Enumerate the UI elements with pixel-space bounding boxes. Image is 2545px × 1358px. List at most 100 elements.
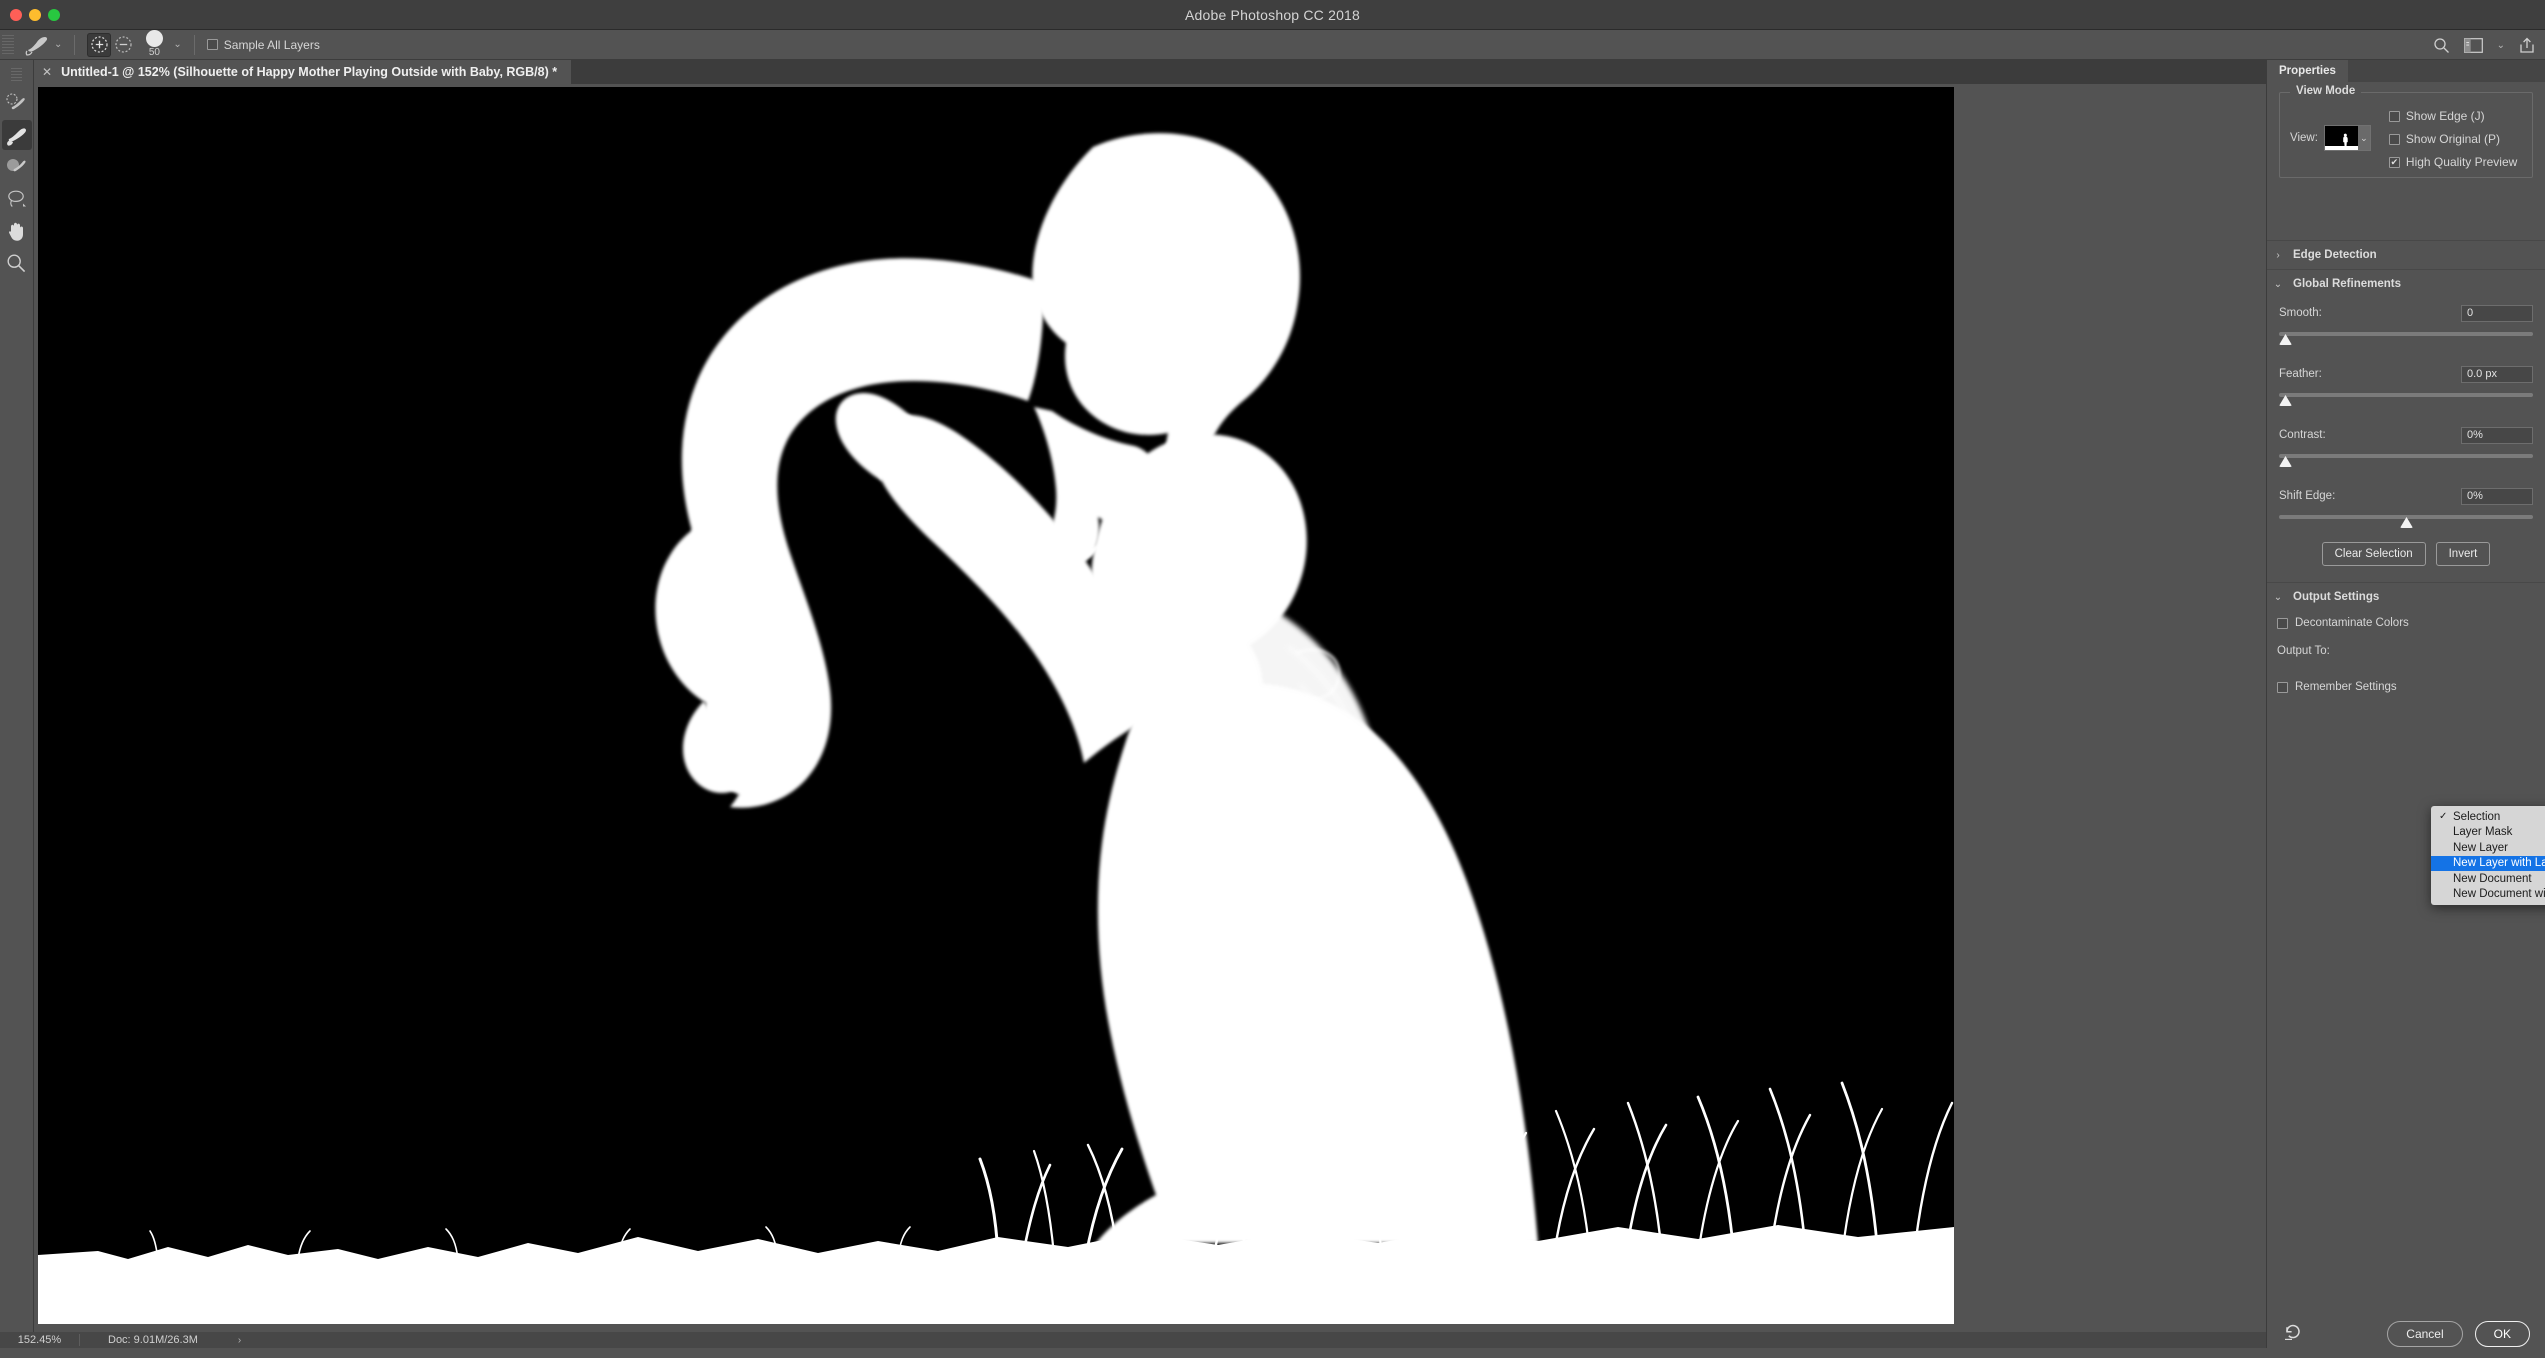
- feather-slider-track[interactable]: [2279, 390, 2533, 406]
- hand-tool-icon: [6, 221, 27, 242]
- global-refinements-section: ⌄ Global Refinements Smooth: 0 Feather: …: [2267, 270, 2545, 582]
- options-bar-grip[interactable]: [2, 35, 14, 55]
- menu-item-label: New Document with Layer Mask: [2453, 888, 2545, 900]
- brush-tip-icon: [146, 30, 163, 47]
- tool-preset-chevron-down-icon[interactable]: ⌄: [54, 39, 62, 50]
- chevron-down-icon[interactable]: ⌄: [2273, 279, 2283, 290]
- feather-slider-row: Feather: 0.0 px: [2267, 359, 2545, 406]
- menu-item-selection[interactable]: ✓ Selection: [2431, 809, 2545, 825]
- brush-options-chevron-down-icon[interactable]: ⌄: [173, 39, 181, 50]
- remember-settings-checkbox[interactable]: [2277, 682, 2288, 693]
- search-icon[interactable]: [2433, 37, 2450, 54]
- view-mode-options: Show Edge (J) Show Original (P) High Qua…: [2389, 107, 2517, 169]
- clear-selection-button[interactable]: Clear Selection: [2322, 542, 2426, 566]
- chevron-down-icon[interactable]: ⌄: [2273, 592, 2283, 603]
- sidebar-item-zoom-tool[interactable]: [2, 248, 32, 278]
- status-chevron-right-icon[interactable]: ›: [238, 1335, 241, 1346]
- decontaminate-colors-row[interactable]: Decontaminate Colors: [2267, 611, 2545, 635]
- view-selector[interactable]: View: ⌄: [2290, 107, 2371, 169]
- contrast-slider-track[interactable]: [2279, 451, 2533, 467]
- show-edge-checkbox[interactable]: [2389, 111, 2400, 122]
- canvas-area: [34, 84, 2266, 1324]
- global-refinements-header[interactable]: ⌄ Global Refinements: [2267, 270, 2545, 298]
- smooth-label: Smooth:: [2279, 307, 2322, 319]
- shift-edge-value-field[interactable]: 0%: [2461, 488, 2533, 505]
- options-bar: ⌄ 50 ⌄ Sample All Layers: [0, 30, 2545, 60]
- menu-item-new-layer[interactable]: New Layer: [2431, 840, 2545, 856]
- share-icon[interactable]: [2519, 37, 2535, 54]
- menu-item-layer-mask[interactable]: Layer Mask: [2431, 825, 2545, 841]
- menu-item-new-document[interactable]: New Document: [2431, 871, 2545, 887]
- sidebar-item-brush-tool[interactable]: [2, 152, 32, 182]
- contrast-slider-row: Contrast: 0%: [2267, 420, 2545, 467]
- current-tool-indicator[interactable]: ⌄: [24, 34, 62, 56]
- sidebar-item-hand-tool[interactable]: [2, 216, 32, 246]
- workspace-chevron-down-icon[interactable]: ⌄: [2497, 40, 2505, 51]
- slider-bar: [2279, 454, 2533, 458]
- brush-size-preview[interactable]: 50: [135, 31, 173, 58]
- sample-all-layers-label: Sample All Layers: [224, 38, 320, 52]
- workspace-icon[interactable]: [2464, 38, 2483, 53]
- output-to-dropdown-menu[interactable]: ✓ Selection Layer Mask New Layer New Lay…: [2431, 806, 2545, 905]
- sample-all-layers-checkbox[interactable]: [207, 39, 218, 50]
- sample-all-layers-row[interactable]: Sample All Layers: [207, 38, 320, 52]
- close-icon[interactable]: ✕: [42, 65, 52, 79]
- check-icon: ✓: [2439, 811, 2453, 822]
- chevron-right-icon[interactable]: ›: [2273, 250, 2283, 261]
- menu-item-new-layer-with-layer-mask[interactable]: New Layer with Layer Mask: [2431, 856, 2545, 872]
- invert-button[interactable]: Invert: [2436, 542, 2491, 566]
- view-mode-legend: View Mode: [2290, 85, 2361, 97]
- brush-size-value: 50: [149, 48, 160, 58]
- document-tab[interactable]: ✕ Untitled-1 @ 152% (Silhouette of Happy…: [34, 60, 572, 84]
- minimize-button[interactable]: [29, 9, 41, 21]
- smooth-value-field[interactable]: 0: [2461, 305, 2533, 322]
- edge-detection-header[interactable]: › Edge Detection: [2267, 241, 2545, 269]
- remember-settings-label: Remember Settings: [2295, 681, 2397, 693]
- brush-tool-icon: [6, 157, 28, 177]
- show-original-checkbox[interactable]: [2389, 134, 2400, 145]
- show-original-row[interactable]: Show Original (P): [2389, 132, 2517, 146]
- decontaminate-colors-checkbox[interactable]: [2277, 618, 2288, 629]
- subtract-mode-button[interactable]: [111, 33, 135, 57]
- ok-button[interactable]: OK: [2475, 1321, 2530, 1347]
- contrast-value-field[interactable]: 0%: [2461, 427, 2533, 444]
- output-to-row[interactable]: Output To:: [2267, 635, 2545, 663]
- menu-item-new-document-with-layer-mask[interactable]: New Document with Layer Mask: [2431, 887, 2545, 903]
- add-mode-button[interactable]: [87, 33, 111, 57]
- show-edge-row[interactable]: Show Edge (J): [2389, 109, 2517, 123]
- smooth-slider-track[interactable]: [2279, 329, 2533, 345]
- view-chevron-down-icon[interactable]: ⌄: [2358, 126, 2370, 150]
- smooth-slider-row: Smooth: 0: [2267, 298, 2545, 345]
- divider: [194, 35, 195, 55]
- cancel-button[interactable]: Cancel: [2387, 1321, 2462, 1347]
- global-refinements-label: Global Refinements: [2293, 278, 2401, 290]
- properties-panel: Properties View Mode View: ⌄: [2266, 60, 2545, 1348]
- view-preview-dropdown[interactable]: ⌄: [2324, 125, 2371, 151]
- sidebar-item-refine-edge-brush-tool[interactable]: [2, 120, 32, 150]
- contrast-label: Contrast:: [2279, 429, 2326, 441]
- sidebar-item-lasso-tool[interactable]: [2, 184, 32, 214]
- reset-button[interactable]: [2283, 1322, 2303, 1347]
- sidebar-item-quick-selection-tool[interactable]: [2, 88, 32, 118]
- high-quality-preview-checkbox[interactable]: [2389, 157, 2400, 168]
- close-button[interactable]: [10, 9, 22, 21]
- shift-edge-slider-track[interactable]: [2279, 512, 2533, 528]
- tools-panel-grip[interactable]: [11, 68, 22, 82]
- zoom-level[interactable]: 152.45%: [0, 1334, 80, 1346]
- high-quality-preview-row[interactable]: High Quality Preview: [2389, 155, 2517, 169]
- tab-properties[interactable]: Properties: [2267, 60, 2348, 82]
- show-original-label: Show Original (P): [2406, 132, 2500, 146]
- status-bar: 152.45% Doc: 9.01M/26.3M ›: [0, 1332, 2266, 1348]
- panel-footer: Cancel OK: [2267, 1310, 2545, 1358]
- panel-tab-strip: Properties: [2267, 60, 2545, 82]
- feather-value-field[interactable]: 0.0 px: [2461, 366, 2533, 383]
- shift-edge-slider-row: Shift Edge: 0%: [2267, 481, 2545, 528]
- maximize-button[interactable]: [48, 9, 60, 21]
- image-canvas[interactable]: [38, 87, 1954, 1324]
- output-settings-header[interactable]: ⌄ Output Settings: [2267, 583, 2545, 611]
- shift-edge-label: Shift Edge:: [2279, 490, 2335, 502]
- window-controls[interactable]: [10, 9, 60, 21]
- remember-settings-row[interactable]: Remember Settings: [2267, 663, 2545, 699]
- decontaminate-colors-label: Decontaminate Colors: [2295, 617, 2409, 629]
- app-title: Adobe Photoshop CC 2018: [0, 7, 2545, 23]
